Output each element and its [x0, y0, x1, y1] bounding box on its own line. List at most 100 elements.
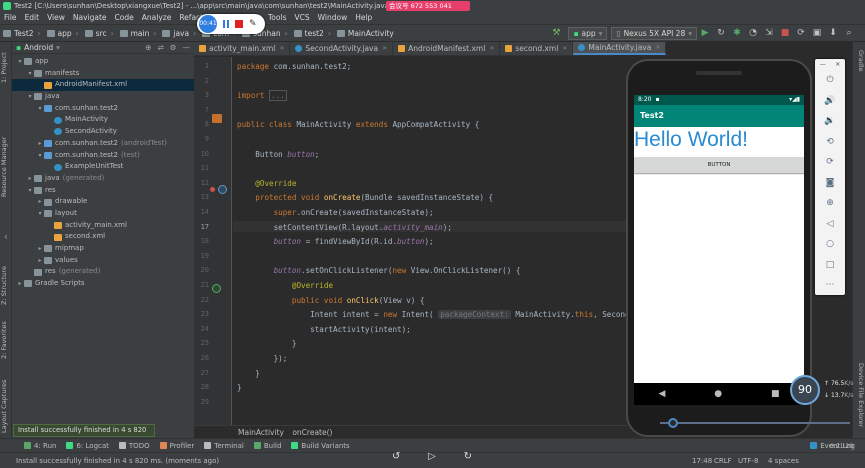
- chevron-icon[interactable]: ▾: [26, 185, 34, 197]
- code-editor[interactable]: package com.sunhan.test2; import ... publi…: [233, 57, 628, 425]
- search-icon[interactable]: ⌕: [844, 28, 854, 38]
- indent-setting[interactable]: 4 spaces: [768, 453, 799, 468]
- run-icon[interactable]: ▶: [700, 28, 710, 38]
- rotate-right-icon[interactable]: ⟳: [815, 152, 845, 173]
- line-separator[interactable]: CRLF: [714, 453, 732, 468]
- rewind-icon[interactable]: ↺: [392, 451, 400, 462]
- minimize-icon[interactable]: —: [820, 59, 826, 70]
- power-icon[interactable]: ⏻: [815, 70, 845, 91]
- stop-record-icon[interactable]: [235, 20, 243, 28]
- tree-item-secondactivity[interactable]: SecondActivity: [12, 126, 194, 138]
- breadcrumb-method[interactable]: onCreate(): [292, 428, 332, 437]
- tree-item-activity-main-xml[interactable]: activity_main.xml: [12, 220, 194, 232]
- tree-item-mipmap[interactable]: ▸ mipmap: [12, 243, 194, 255]
- tree-item-manifests[interactable]: ▾ manifests: [12, 68, 194, 80]
- editor-tab-androidmanifest-xml[interactable]: AndroidManifest.xml ✕: [393, 42, 501, 55]
- class-marker-icon[interactable]: [212, 114, 222, 123]
- menu-view[interactable]: View: [43, 12, 69, 24]
- breadcrumb-item-test2[interactable]: Test2 ›: [0, 29, 44, 38]
- chevron-icon[interactable]: ▾: [36, 103, 44, 115]
- menu-help[interactable]: Help: [351, 12, 376, 24]
- app-button[interactable]: BUTTON: [634, 157, 804, 173]
- close-icon[interactable]: ✕: [835, 59, 840, 70]
- breadcrumb-item-java[interactable]: java ›: [159, 29, 199, 38]
- menu-tools[interactable]: Tools: [264, 12, 290, 24]
- sync-icon[interactable]: ⊕: [145, 43, 151, 52]
- tree-item-mainactivity[interactable]: MainActivity: [12, 114, 194, 126]
- tool-window-profiler[interactable]: Profiler: [159, 442, 194, 450]
- close-icon[interactable]: ✕: [279, 45, 284, 52]
- caret-position[interactable]: 17:48: [692, 453, 712, 468]
- chevron-icon[interactable]: ▾: [26, 91, 34, 103]
- rotate-left-icon[interactable]: ⟲: [815, 132, 845, 153]
- file-encoding[interactable]: UTF-8: [738, 453, 758, 468]
- chevron-down-icon[interactable]: ▾: [56, 43, 60, 52]
- breadcrumb-item-test2[interactable]: test2 ›: [291, 29, 334, 38]
- menu-navigate[interactable]: Navigate: [69, 12, 111, 24]
- menu-file[interactable]: File: [0, 12, 21, 24]
- tool-window-6-logcat[interactable]: 6: Logcat: [66, 442, 109, 450]
- nav-overview-icon[interactable]: ■: [771, 389, 780, 399]
- tree-item-java[interactable]: ▸ java (generated): [12, 173, 194, 185]
- menu-analyze[interactable]: Analyze: [138, 12, 176, 24]
- tool-tab-structure[interactable]: Z: Structure: [0, 264, 12, 308]
- profile-icon[interactable]: ◔: [748, 28, 758, 38]
- menu-vcs[interactable]: VCS: [290, 12, 313, 24]
- close-icon[interactable]: ✕: [562, 45, 567, 52]
- close-icon[interactable]: ✕: [655, 44, 660, 51]
- tree-item-second-xml[interactable]: second.xml: [12, 231, 194, 243]
- breadcrumb-item-app[interactable]: app ›: [44, 29, 82, 38]
- tool-tab-gradle[interactable]: Gradle: [853, 46, 865, 76]
- breadcrumb-item-mainactivity[interactable]: MainActivity: [334, 29, 397, 38]
- editor-tab-mainactivity-java[interactable]: MainActivity.java ✕: [573, 42, 667, 55]
- debug-icon[interactable]: ✱: [732, 28, 742, 38]
- more-icon[interactable]: ⋯: [815, 275, 845, 296]
- sdk-manager-icon[interactable]: ⬇: [828, 28, 838, 38]
- hide-panel-icon[interactable]: —: [183, 43, 191, 52]
- volume-down-icon[interactable]: 🔉: [815, 111, 845, 132]
- build-hammer-icon[interactable]: ⚒: [551, 28, 561, 38]
- breadcrumb-item-src[interactable]: src ›: [82, 29, 117, 38]
- attach-debugger-icon[interactable]: ⇲: [764, 28, 774, 38]
- chevron-icon[interactable]: ▾: [26, 68, 34, 80]
- home-icon[interactable]: ○: [815, 234, 845, 255]
- tool-tab-favorites[interactable]: 2: Favorites: [0, 318, 12, 362]
- editor-tab-second-xml[interactable]: second.xml ✕: [500, 42, 574, 55]
- tool-window-build[interactable]: Build: [253, 442, 281, 450]
- chevron-icon[interactable]: ▾: [36, 150, 44, 162]
- tree-item-com-sunhan-test2[interactable]: ▾ com.sunhan.test2 (test): [12, 150, 194, 162]
- chevron-icon[interactable]: ▸: [26, 173, 34, 185]
- breakpoint-icon[interactable]: [210, 187, 215, 192]
- tool-tab-resource-manager[interactable]: Resource Manager: [0, 136, 12, 198]
- zoom-slider-knob[interactable]: [668, 418, 678, 428]
- nav-home-icon[interactable]: ●: [714, 389, 722, 399]
- tree-item-com-sunhan-test2[interactable]: ▸ com.sunhan.test2 (androidTest): [12, 138, 194, 150]
- chevron-icon[interactable]: ▸: [16, 278, 24, 290]
- tree-item-androidmanifest-xml[interactable]: AndroidManifest.xml: [12, 79, 194, 92]
- editor-tab-secondactivity-java[interactable]: SecondActivity.java ✕: [290, 42, 394, 55]
- editor-tab-activity-main-xml[interactable]: activity_main.xml ✕: [194, 42, 291, 55]
- chevron-icon[interactable]: ▸: [36, 196, 44, 208]
- collapse-all-icon[interactable]: ⇌: [157, 43, 163, 52]
- chevron-icon[interactable]: ▾: [16, 56, 24, 68]
- run-config-select[interactable]: ▪ app ▾: [568, 26, 608, 40]
- nav-back-icon[interactable]: ◀: [658, 389, 665, 399]
- tree-item-java[interactable]: ▾ java: [12, 91, 194, 103]
- chevron-icon[interactable]: ▸: [36, 255, 44, 267]
- tool-window-4-run[interactable]: 4: Run: [24, 442, 56, 450]
- play-icon[interactable]: ▷: [428, 451, 436, 462]
- tree-item-drawable[interactable]: ▸ drawable: [12, 196, 194, 208]
- tool-tab-device-file-explorer[interactable]: Device File Explorer: [853, 360, 865, 430]
- close-icon[interactable]: ✕: [382, 45, 387, 52]
- tree-item-values[interactable]: ▸ values: [12, 255, 194, 267]
- project-view-selector[interactable]: Android: [24, 43, 53, 52]
- tool-tab-project[interactable]: 1: Project: [0, 46, 12, 90]
- collapse-arrow-icon[interactable]: ‹: [0, 230, 12, 244]
- emulator-screen[interactable]: 8:20 ▪ ▾◢▮ Test2 Hello World! BUTTON ◀ ●…: [634, 95, 804, 405]
- chevron-icon[interactable]: ▸: [36, 243, 44, 255]
- tree-item-gradle-scripts[interactable]: ▸ Gradle Scripts: [12, 278, 194, 290]
- sync-gradle-icon[interactable]: ⟳: [796, 28, 806, 38]
- avd-manager-icon[interactable]: ▣: [812, 28, 822, 38]
- chevron-icon[interactable]: ▾: [36, 208, 44, 220]
- back-icon[interactable]: ◁: [815, 214, 845, 235]
